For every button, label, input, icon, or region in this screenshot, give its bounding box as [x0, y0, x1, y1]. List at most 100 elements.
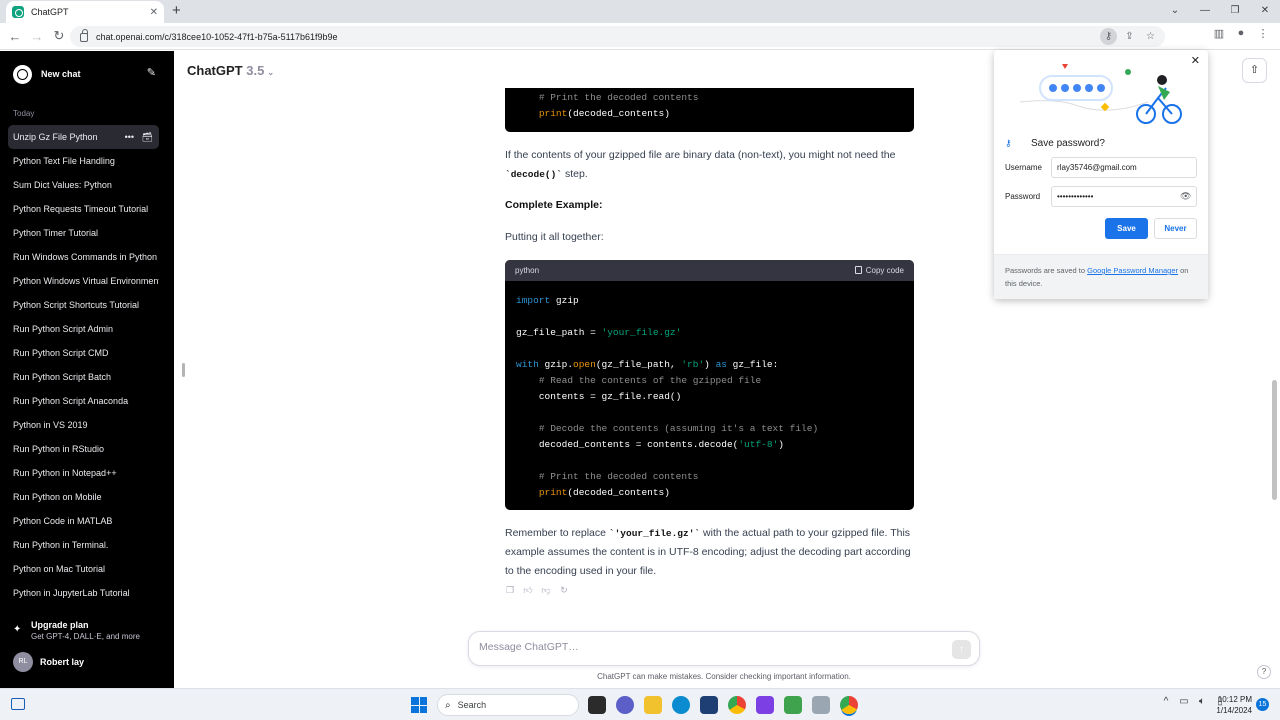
chrome-icon[interactable] [728, 696, 746, 714]
close-icon[interactable]: ✕ [1191, 54, 1200, 67]
disclaimer: ChatGPT can make mistakes. Consider chec… [597, 672, 851, 681]
profile-icon[interactable]: ● [1234, 27, 1248, 40]
list-item[interactable]: Sum Dict Values: Python [8, 173, 159, 197]
list-item[interactable]: Python Text File Handling [8, 149, 159, 173]
network-icon[interactable]: ▭ [1178, 696, 1190, 707]
regenerate-icon[interactable]: ↻ [559, 585, 569, 596]
address-toolbar: ← → ↻ chat.openai.com/c/318cee10-1052-47… [0, 23, 1280, 50]
upgrade-title: Upgrade plan [31, 620, 89, 630]
list-item[interactable]: Python Requests Timeout Tutorial [8, 197, 159, 221]
key-icon[interactable]: ⚷ [1100, 28, 1117, 45]
list-item[interactable]: Run Windows Commands in Python [8, 245, 159, 269]
message-composer: ↑ [468, 631, 980, 666]
menu-kebab-icon[interactable]: ⋮ [1256, 27, 1270, 40]
upgrade-plan-button[interactable]: ✦ Upgrade plan Get GPT-4, DALL·E, and mo… [13, 620, 140, 641]
list-item[interactable]: Run Python in RStudio [8, 437, 159, 461]
copy-code-button[interactable]: Copy code [854, 266, 904, 275]
openai-logo-icon [13, 64, 32, 84]
more-options-icon[interactable]: ••• 🗃 [125, 125, 153, 149]
eye-icon[interactable]: 👁︎ [1180, 191, 1191, 202]
tab-close-icon[interactable]: ✕ [150, 7, 158, 18]
back-icon[interactable]: ← [4, 29, 26, 44]
forward-icon[interactable]: → [26, 29, 48, 44]
copy-icon[interactable]: ❐ [505, 585, 515, 596]
list-item[interactable]: Python Timer Tutorial [8, 221, 159, 245]
list-item[interactable]: Run Python Script Batch [8, 365, 159, 389]
new-chat-button[interactable]: New chat ✎ [8, 62, 158, 86]
url-text[interactable]: chat.openai.com/c/318cee10-1052-47f1-b75… [96, 32, 338, 42]
volume-icon[interactable]: 🔈︎ [1196, 696, 1208, 707]
sparkle-icon: ✦ [13, 624, 22, 635]
password-field[interactable] [1051, 186, 1197, 207]
window-controls: ⌄ — ❐ ✕ [1160, 0, 1280, 23]
dialog-title: Save password? [1031, 138, 1105, 149]
chat-app-icon[interactable] [616, 696, 634, 714]
store-icon[interactable] [700, 696, 718, 714]
clock[interactable]: 10:12 PM 1/14/2024 [1212, 694, 1252, 716]
task-view-icon[interactable] [588, 696, 606, 714]
app-green-icon[interactable] [784, 696, 802, 714]
sidebar: New chat ✎ Today Unzip Gz File Python •••… [0, 51, 174, 688]
reload-icon[interactable]: ↻ [48, 28, 70, 44]
list-item[interactable]: Run Python in Notepad++ [8, 461, 159, 485]
file-explorer-icon[interactable] [644, 696, 662, 714]
side-panel-icon[interactable]: ▥ [1212, 27, 1226, 40]
chat-title: Run Python Script CMD [13, 348, 109, 358]
close-window-icon[interactable]: ✕ [1250, 0, 1280, 23]
save-button[interactable]: Save [1105, 218, 1148, 239]
paragraph-remember: Remember to replace `'your_file.gz'` wit… [505, 527, 911, 577]
chat-title: Python Code in MATLAB [13, 516, 113, 526]
list-item[interactable]: Python in JupyterLab Tutorial [8, 581, 159, 605]
model-selector[interactable]: ChatGPT 3.5 ⌄ [187, 63, 274, 78]
chrome-active-icon[interactable] [840, 696, 858, 714]
edit-icon[interactable]: ✎ [147, 66, 156, 79]
user-menu[interactable]: RL Robert lay [13, 652, 84, 672]
code-header: python Copy code [505, 260, 914, 281]
notification-badge[interactable]: 15 [1256, 698, 1269, 711]
list-item[interactable]: Python on Mac Tutorial [8, 557, 159, 581]
help-button[interactable]: ? [1257, 665, 1271, 679]
thumbs-up-icon[interactable]: 👍︎ [523, 585, 533, 596]
thumbs-down-icon[interactable]: 👎︎ [541, 585, 551, 596]
list-item[interactable]: Run Python on Mobile [8, 485, 159, 509]
share-page-icon[interactable]: ⇪ [1121, 28, 1138, 45]
chat-title: Python in VS 2019 [13, 420, 88, 430]
list-item[interactable]: Python Windows Virtual Environment [8, 269, 159, 293]
username-field[interactable] [1051, 157, 1197, 178]
model-name: ChatGPT [187, 63, 243, 78]
omnibox[interactable]: chat.openai.com/c/318cee10-1052-47f1-b75… [70, 26, 1165, 47]
widgets-icon[interactable] [11, 698, 25, 710]
list-item[interactable]: Python Code in MATLAB [8, 509, 159, 533]
list-item[interactable]: Python Script Shortcuts Tutorial [8, 293, 159, 317]
app-v-icon[interactable] [756, 696, 774, 714]
list-item[interactable]: Run Python Script CMD [8, 341, 159, 365]
new-tab-icon[interactable]: + [172, 2, 181, 19]
section-label-today: Today [13, 109, 35, 118]
code-block: python Copy code import gzip gz_file_pat… [505, 260, 914, 510]
browser-tab[interactable]: ChatGPT ✕ [6, 1, 164, 23]
sidebar-toggle-handle[interactable] [182, 363, 185, 377]
list-item[interactable]: Run Python in Terminal. [8, 533, 159, 557]
minimize-icon[interactable]: — [1190, 0, 1220, 23]
share-chat-button[interactable]: ⇧ [1242, 58, 1267, 83]
send-button[interactable]: ↑ [952, 640, 971, 659]
list-item[interactable]: Run Python Script Admin [8, 317, 159, 341]
list-item[interactable]: Unzip Gz File Python ••• 🗃 [8, 125, 159, 149]
edge-browser-icon[interactable] [672, 696, 690, 714]
password-manager-link[interactable]: Google Password Manager [1087, 266, 1178, 275]
inline-code: `decode()` [505, 169, 563, 180]
scrollbar[interactable] [1272, 380, 1277, 500]
taskbar-search[interactable]: ⌕ Search [437, 694, 579, 716]
tab-search-chevron-icon[interactable]: ⌄ [1160, 0, 1190, 23]
list-item[interactable]: Run Python Script Anaconda [8, 389, 159, 413]
list-item[interactable]: Python in VS 2019 [8, 413, 159, 437]
lock-icon[interactable] [80, 29, 88, 42]
bookmark-star-icon[interactable]: ☆ [1142, 28, 1159, 45]
chevron-up-icon[interactable]: ^ [1160, 696, 1172, 707]
message-input[interactable] [479, 641, 939, 653]
windows-start-icon[interactable] [411, 697, 427, 713]
never-button[interactable]: Never [1154, 218, 1197, 239]
restore-icon[interactable]: ❐ [1220, 0, 1250, 23]
app-photos-icon[interactable] [812, 696, 830, 714]
chat-title: Python Requests Timeout Tutorial [13, 204, 149, 214]
